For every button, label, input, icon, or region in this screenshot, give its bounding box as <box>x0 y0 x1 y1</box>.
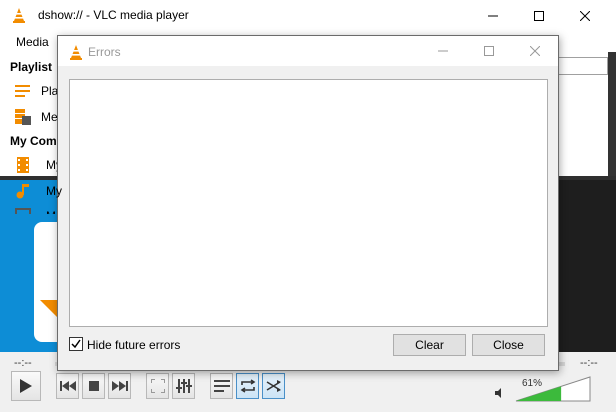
close-button-label: Close <box>493 338 524 352</box>
close-button[interactable]: Close <box>472 334 545 356</box>
speaker-icon[interactable] <box>494 387 506 399</box>
errors-dialog: Errors Hide future errors Clear Close <box>57 35 559 371</box>
stop-icon <box>88 381 99 391</box>
panel-edge <box>608 52 616 180</box>
loop-button[interactable] <box>236 373 259 399</box>
playlist-toggle-icon <box>213 380 230 392</box>
shuffle-icon <box>266 380 281 392</box>
time-total: --:-- <box>580 357 598 369</box>
checkmark-icon <box>71 339 81 349</box>
stop-button[interactable] <box>82 373 105 399</box>
volume-percent: 61% <box>522 378 543 389</box>
sidebar-item-label: M <box>46 209 56 214</box>
minimize-icon <box>488 15 498 17</box>
extended-settings-button[interactable] <box>172 373 195 399</box>
maximize-icon <box>534 11 544 21</box>
minimize-icon <box>438 50 448 52</box>
fullscreen-icon <box>150 379 165 393</box>
toggle-playlist-button[interactable] <box>210 373 233 399</box>
vlc-cone-icon <box>70 45 82 60</box>
play-icon <box>20 379 32 393</box>
sidebar-item-label: Me <box>41 110 58 124</box>
sidebar-item-my-music[interactable]: My <box>14 181 74 201</box>
picture-icon <box>15 208 31 214</box>
sidebar-header-playlist: Playlist <box>10 60 53 74</box>
vlc-cone-icon <box>13 8 25 23</box>
previous-button[interactable] <box>56 373 79 399</box>
vlc-titlebar: dshow:// - VLC media player <box>0 0 616 32</box>
time-elapsed: --:-- <box>14 357 32 369</box>
fullscreen-button[interactable] <box>146 373 169 399</box>
hide-future-errors-checkbox[interactable] <box>69 337 83 351</box>
dialog-maximize-button[interactable] <box>466 36 512 66</box>
maximize-button[interactable] <box>516 0 562 32</box>
clear-button-label: Clear <box>415 338 444 352</box>
dialog-titlebar: Errors <box>58 36 558 66</box>
previous-icon <box>59 381 76 391</box>
film-icon <box>17 157 29 173</box>
close-window-button[interactable] <box>562 0 608 32</box>
dialog-title: Errors <box>88 45 121 59</box>
window-title: dshow:// - VLC media player <box>38 8 189 22</box>
sidebar-item-label: My <box>46 184 62 198</box>
close-icon <box>580 11 590 21</box>
playlist-search-input[interactable] <box>558 57 608 75</box>
equalizer-icon <box>175 379 192 393</box>
media-library-icon <box>15 109 31 125</box>
maximize-icon <box>484 46 494 56</box>
menu-media[interactable]: Media <box>16 35 49 49</box>
next-icon <box>111 381 128 391</box>
close-icon <box>530 46 540 56</box>
right-background <box>556 180 616 360</box>
sidebar-item-my-pictures[interactable]: M <box>14 206 74 214</box>
error-log-textarea[interactable] <box>69 79 548 327</box>
music-icon <box>16 184 29 199</box>
random-button[interactable] <box>262 373 285 399</box>
dialog-close-button[interactable] <box>512 36 558 66</box>
dialog-minimize-button[interactable] <box>420 36 466 66</box>
next-button[interactable] <box>108 373 131 399</box>
hide-future-errors-label[interactable]: Hide future errors <box>87 338 180 352</box>
play-button[interactable] <box>11 371 41 401</box>
loop-icon <box>240 379 255 393</box>
playlist-icon <box>15 85 30 97</box>
clear-button[interactable]: Clear <box>393 334 466 356</box>
minimize-button[interactable] <box>470 0 516 32</box>
sidebar: Playlist Play Me My Comp My <box>0 52 64 180</box>
sidebar-header-my-computer: My Comp <box>10 134 64 148</box>
